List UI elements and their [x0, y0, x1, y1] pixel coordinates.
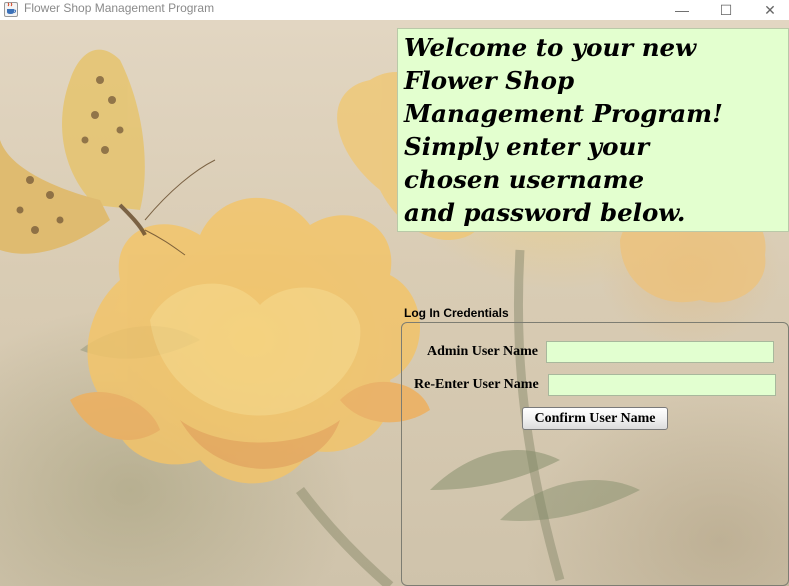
reenter-user-name-field[interactable]: [548, 374, 776, 396]
credentials-group-title: Log In Credentials: [404, 306, 509, 320]
welcome-panel: Welcome to your new Flower Shop Manageme…: [397, 28, 789, 232]
minimize-button[interactable]: —: [660, 0, 704, 20]
java-cup-icon: [4, 2, 18, 17]
app-window: Flower Shop Management Program — ☐ ✕ Wel…: [0, 0, 789, 586]
admin-user-name-field[interactable]: [546, 341, 774, 363]
content-pane: Welcome to your new Flower Shop Manageme…: [0, 20, 789, 586]
admin-user-name-label: Admin User Name: [427, 344, 538, 359]
maximize-button[interactable]: ☐: [704, 0, 748, 20]
title-bar[interactable]: Flower Shop Management Program — ☐ ✕: [0, 0, 789, 20]
welcome-message: Welcome to your new Flower Shop Manageme…: [404, 33, 723, 227]
reenter-user-name-label: Re-Enter User Name: [414, 377, 539, 392]
confirm-user-name-button[interactable]: Confirm User Name: [522, 407, 668, 430]
window-title: Flower Shop Management Program: [24, 1, 215, 15]
close-button[interactable]: ✕: [748, 0, 789, 20]
